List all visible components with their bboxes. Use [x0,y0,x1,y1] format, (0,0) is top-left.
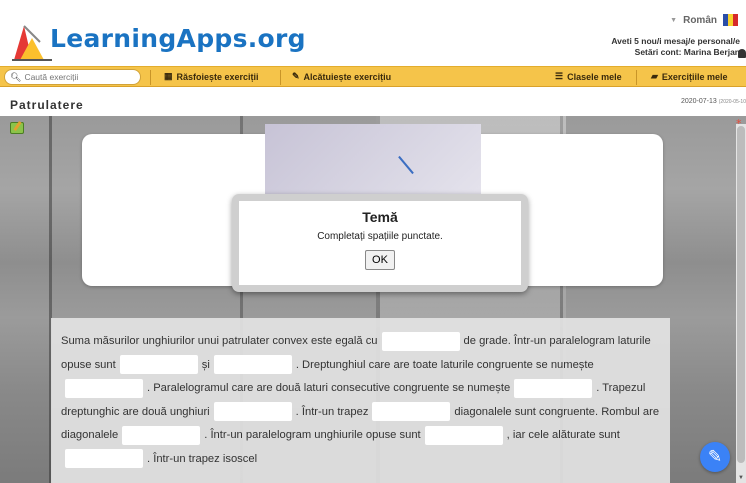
text-segment: . Într-un paralelogram unghiurile opuse … [204,429,421,441]
nav-divider [150,70,151,85]
page-title: Patrulatere [10,98,84,112]
account-info: Aveti 5 nou/i mesaj/e personal/e Setări … [611,36,740,58]
nav-bar: 🔍︎ ▦ Răsfoiește exerciții ✎ Alcătuiește … [0,66,746,87]
nav-divider [280,70,281,85]
exercise-frame: ⁑ Temă Completați spațiile punctate. OK … [0,116,746,483]
nav-classes-label: Clasele mele [567,71,622,82]
header: LearningApps.org ▼ Român Aveti 5 nou/i m… [0,0,746,62]
list-icon: ☰ [555,71,564,81]
blank-input[interactable] [213,402,292,422]
edit-icon[interactable] [10,122,24,134]
language-select[interactable]: ▼ Român [670,14,738,26]
blank-input[interactable] [65,449,143,469]
dialog-title: Temă [362,209,398,225]
dialog-message: Completați spațiile punctate. [317,231,443,242]
nav-my-exercises[interactable]: ▰ Exercițiile mele [651,71,727,82]
blank-input[interactable] [213,355,292,375]
folder-icon: ▰ [651,71,658,81]
help-button[interactable]: ✎ [700,442,730,472]
nav-create-label: Alcătuiește exercițiu [303,71,392,82]
nav-browse-label: Răsfoiește exerciții [176,71,259,82]
blank-input[interactable] [119,355,198,375]
blank-input[interactable] [381,331,460,351]
scroll-thumb[interactable] [737,126,745,463]
chevron-down-icon: ▼ [670,16,678,24]
logo-icon[interactable] [10,20,54,62]
task-dialog: Temă Completați spațiile punctate. OK [232,194,528,292]
text-segment: . Într-un trapez [295,405,369,418]
help-icon: ✎ [707,447,723,466]
nav-browse[interactable]: ▦ Răsfoiește exerciții [164,71,259,82]
nav-classes[interactable]: ☰ Clasele mele [555,71,622,82]
nav-my-exercises-label: Exercițiile mele [661,71,728,82]
text-segment: . Într-un trapez isoscel [147,452,258,465]
user-icon[interactable] [738,49,746,58]
exercise-text: Suma măsurilor unghiurilor unui patrulat… [51,318,670,483]
search-input[interactable] [24,72,135,82]
nav-create[interactable]: ✎ Alcătuiește exercițiu [292,71,391,82]
blank-input[interactable] [514,378,593,398]
text-segment: , iar cele alăturate sunt [506,429,620,441]
blank-input[interactable] [372,402,451,422]
nav-divider [636,70,637,85]
blank-input[interactable] [424,425,503,445]
flag-icon [723,14,738,26]
blank-input[interactable] [122,425,201,445]
scroll-down-icon[interactable]: ▼ [737,473,745,483]
date-line: 2020-07-13 (2020-05-10 [681,98,746,105]
blank-input[interactable] [65,378,143,398]
logo-text[interactable]: LearningApps.org [50,24,306,53]
text-segment: și [201,358,210,371]
messages-link[interactable]: Aveti 5 nou/i mesaj/e personal/e [611,36,740,47]
text-segment: Suma măsurilor unghiurilor unui patrulat… [61,335,378,347]
date-created: 2020-07-13 [680,98,717,105]
text-segment: . Dreptunghiul care are toate laturile c… [295,358,594,371]
scrollbar[interactable]: ▼ [736,124,746,483]
language-label: Român [683,14,717,26]
search-icon: 🔍︎ [10,71,22,82]
date-modified: (2020-05-10 [718,99,746,105]
text-segment: . Paralelogramul care are două laturi co… [147,382,511,394]
account-settings-link[interactable]: Setări cont: Marina Berjan [611,47,740,58]
ok-button[interactable]: OK [365,250,395,270]
grid-icon: ▦ [164,71,173,81]
pencil-icon: ✎ [292,71,300,81]
search-box[interactable]: 🔍︎ [4,69,141,85]
